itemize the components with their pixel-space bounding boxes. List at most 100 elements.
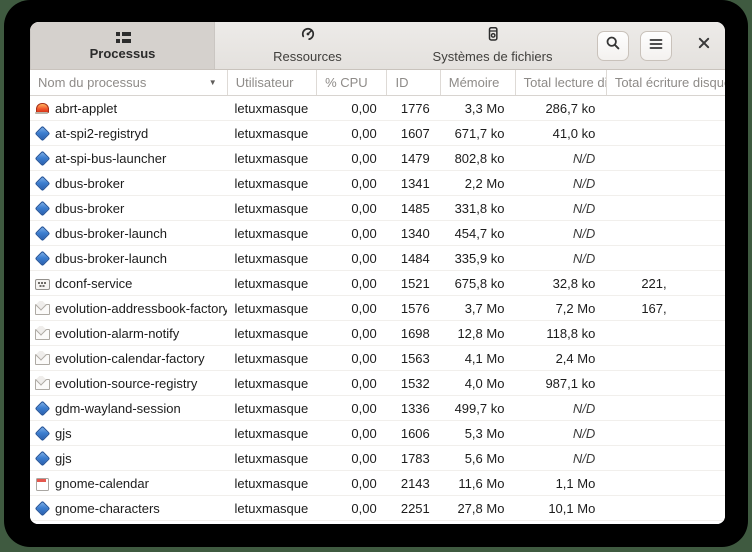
tab-label: Systèmes de fichiers [433, 49, 553, 64]
process-id-cell: 1783 [386, 451, 439, 466]
table-row[interactable]: gnome-calendarletuxmasque0,00214311,6 Mo… [30, 471, 725, 496]
process-cpu-cell: 0,00 [316, 101, 386, 116]
process-name-cell: evolution-calendar-factory [30, 351, 227, 366]
process-id-cell: 1485 [386, 201, 439, 216]
process-mem-cell: 5,3 Mo [439, 426, 514, 441]
column-header-cpu[interactable]: % CPU [317, 70, 387, 95]
process-read-cell: 118,8 ko [513, 326, 604, 341]
process-name: evolution-addressbook-factory [55, 301, 227, 316]
keyboard-icon [34, 276, 49, 291]
process-id-cell: 2143 [386, 476, 439, 491]
table-row[interactable]: dconf-serviceletuxmasque0,001521675,8 ko… [30, 271, 725, 296]
process-write-cell: 167, [604, 301, 725, 316]
process-id-cell: 2251 [386, 501, 439, 516]
table-row[interactable]: dbus-broker-launchletuxmasque0,001340454… [30, 221, 725, 246]
process-user-cell: letuxmasque [227, 501, 316, 516]
process-name: dbus-broker-launch [55, 251, 167, 266]
table-row[interactable]: at-spi-bus-launcherletuxmasque0,00147980… [30, 146, 725, 171]
process-read-cell: N/D [513, 451, 604, 466]
process-id-cell: 1607 [386, 126, 439, 141]
process-id-cell: 1776 [386, 101, 439, 116]
envelope-icon [34, 301, 49, 316]
process-name: dbus-broker [55, 176, 124, 191]
process-name-cell: at-spi2-registryd [30, 126, 227, 141]
process-id-cell: 1336 [386, 401, 439, 416]
tab-resources[interactable]: Ressources [215, 22, 400, 69]
process-name: gjs [55, 451, 72, 466]
column-header-label: Utilisateur [236, 75, 294, 90]
column-header-label: ID [395, 75, 408, 90]
process-user-cell: letuxmasque [227, 176, 316, 191]
table-row[interactable]: evolution-addressbook-factoryletuxmasque… [30, 296, 725, 321]
table-row[interactable]: dbus-brokerletuxmasque0,001485331,8 koN/… [30, 196, 725, 221]
process-name-cell: gnome-characters [30, 501, 227, 516]
process-user-cell: letuxmasque [227, 401, 316, 416]
process-name: evolution-calendar-factory [55, 351, 205, 366]
table-row[interactable]: dbus-brokerletuxmasque0,0013412,2 MoN/D [30, 171, 725, 196]
envelope-icon [34, 351, 49, 366]
table-row[interactable]: gnome-characters letuxmasque0,00225127,8 … [30, 496, 725, 521]
process-mem-cell: 27,8 Mo [439, 501, 514, 516]
close-window-button[interactable] [689, 31, 719, 61]
column-header-disk-write[interactable]: Total écriture disque [607, 70, 725, 95]
table-row[interactable]: dbus-broker-launchletuxmasque0,001484335… [30, 246, 725, 271]
process-name-cell: gnome-calendar [30, 476, 227, 491]
process-name-cell: dbus-broker-launch [30, 251, 227, 266]
envelope-icon [34, 376, 49, 391]
process-name: gjs [55, 426, 72, 441]
exec-icon [34, 126, 49, 141]
process-user-cell: letuxmasque [227, 226, 316, 241]
process-user-cell: letuxmasque [227, 276, 316, 291]
process-mem-cell: 671,7 ko [439, 126, 514, 141]
close-icon [697, 36, 711, 55]
process-cpu-cell: 0,00 [316, 426, 386, 441]
exec-icon [34, 501, 49, 516]
menu-button[interactable] [640, 31, 672, 61]
process-name: gnome-calendar [55, 476, 149, 491]
process-cpu-cell: 0,00 [316, 251, 386, 266]
table-row[interactable]: gjsletuxmasque0,0017835,6 MoN/D [30, 446, 725, 471]
column-header-label: Mémoire [449, 75, 500, 90]
process-cpu-cell: 0,00 [316, 326, 386, 341]
process-id-cell: 1698 [386, 326, 439, 341]
column-header-disk-read[interactable]: Total lecture disque [516, 70, 607, 95]
sort-descending-icon: ▼ [209, 78, 217, 87]
table-row[interactable]: evolution-calendar-factoryletuxmasque0,0… [30, 346, 725, 371]
search-button[interactable] [597, 31, 629, 61]
table-row[interactable]: at-spi2-registrydletuxmasque0,001607671,… [30, 121, 725, 146]
table-row[interactable]: abrt-appletletuxmasque0,0017763,3 Mo286,… [30, 96, 725, 121]
process-mem-cell: 5,6 Mo [439, 451, 514, 466]
process-id-cell: 1532 [386, 376, 439, 391]
process-name: at-spi2-registryd [55, 126, 148, 141]
process-id-cell: 1340 [386, 226, 439, 241]
column-header-id[interactable]: ID [387, 70, 440, 95]
calendar-icon [34, 476, 49, 491]
process-name-cell: evolution-source-registry [30, 376, 227, 391]
table-row[interactable]: evolution-source-registryletuxmasque0,00… [30, 371, 725, 396]
exec-icon [34, 401, 49, 416]
tab-processes[interactable]: Processus [30, 22, 215, 69]
process-name: at-spi-bus-launcher [55, 151, 166, 166]
exec-icon [34, 451, 49, 466]
process-read-cell: 10,1 Mo [513, 501, 604, 516]
process-name: gnome-characters [55, 501, 160, 516]
process-mem-cell: 499,7 ko [439, 401, 514, 416]
process-id-cell: 1479 [386, 151, 439, 166]
table-row[interactable]: gjsletuxmasque0,0016065,3 MoN/D [30, 421, 725, 446]
table-row[interactable]: gdm-wayland-sessionletuxmasque0,00133649… [30, 396, 725, 421]
process-name-cell: gjs [30, 426, 227, 441]
column-header-name[interactable]: Nom du processus ▼ [30, 70, 228, 95]
process-user-cell: letuxmasque [227, 151, 316, 166]
process-name-cell: evolution-addressbook-factory [30, 301, 227, 316]
process-cpu-cell: 0,00 [316, 301, 386, 316]
process-read-cell: 286,7 ko [513, 101, 604, 116]
tab-filesystems[interactable]: Systèmes de fichiers [400, 22, 585, 69]
table-row[interactable]: evolution-alarm-notifyletuxmasque0,00169… [30, 321, 725, 346]
column-header-user[interactable]: Utilisateur [228, 70, 317, 95]
tab-label: Processus [90, 46, 156, 61]
process-cpu-cell: 0,00 [316, 501, 386, 516]
column-header-memory[interactable]: Mémoire [441, 70, 516, 95]
envelope-icon [34, 326, 49, 341]
process-name-cell: dbus-broker-launch [30, 226, 227, 241]
process-table-body: abrt-appletletuxmasque0,0017763,3 Mo286,… [30, 96, 725, 524]
